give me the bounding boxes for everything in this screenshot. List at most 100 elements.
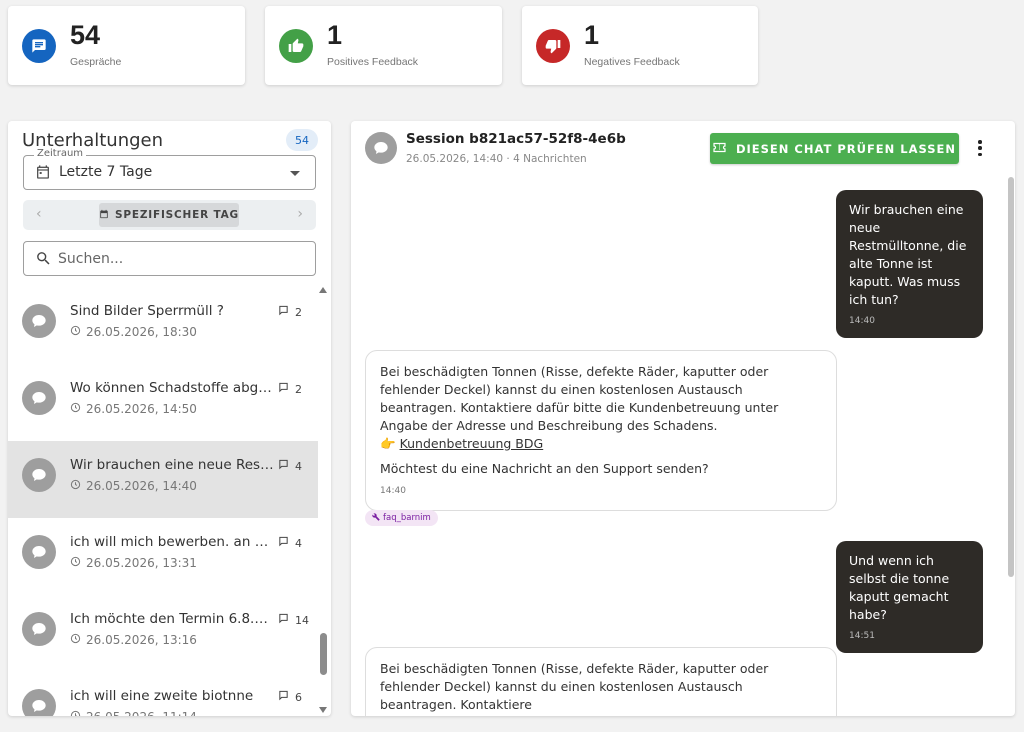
stat-card-positive-feedback: 1 Positives Feedback bbox=[265, 6, 502, 85]
intent-tag: faq_barnim bbox=[365, 510, 438, 526]
message-count: 4 bbox=[278, 536, 302, 550]
stat-label: Positives Feedback bbox=[327, 55, 419, 68]
chat-scrollbar-thumb[interactable] bbox=[1008, 177, 1014, 577]
stat-card-conversations: 54 Gespräche bbox=[8, 6, 245, 85]
ticket-icon bbox=[713, 142, 726, 156]
comment-icon bbox=[278, 613, 289, 627]
session-title: Session b821ac57-52f8-4e6b bbox=[406, 131, 626, 147]
wrench-icon bbox=[372, 512, 380, 524]
session-meta: 26.05.2026, 14:40 · 4 Nachrichten bbox=[406, 153, 587, 165]
conversation-time: 26.05.2026, 13:31 bbox=[70, 556, 197, 570]
user-message: Und wenn ich selbst die tonne kaputt gem… bbox=[836, 541, 983, 653]
message-count-text: 6 bbox=[295, 690, 302, 704]
conversation-time-text: 26.05.2026, 13:16 bbox=[86, 633, 197, 647]
message-count-text: 2 bbox=[295, 305, 302, 319]
intent-tag-label: faq_barnim bbox=[383, 513, 431, 523]
message-text: Bei beschädigten Tonnen (Risse, defekte … bbox=[380, 661, 769, 712]
pointing-hand-icon: 👉 bbox=[380, 436, 396, 451]
comment-icon bbox=[278, 459, 289, 473]
calendar-icon bbox=[99, 209, 109, 222]
conversation-avatar bbox=[22, 535, 56, 569]
message-count-text: 2 bbox=[295, 382, 302, 396]
conversation-time-text: 26.05.2026, 13:31 bbox=[86, 556, 197, 570]
message-text: Bei beschädigten Tonnen (Risse, defekte … bbox=[380, 364, 779, 433]
chevron-right-icon[interactable]: › bbox=[297, 206, 303, 222]
conversation-time-text: 26.05.2026, 18:30 bbox=[86, 325, 197, 339]
conversation-list-item[interactable]: Wo können Schadstoffe abgeg… 26.05.2026, … bbox=[8, 364, 318, 441]
clock-icon bbox=[70, 479, 81, 493]
conversation-count-badge: 54 bbox=[286, 129, 318, 151]
conversation-title: Wo können Schadstoffe abgeg… bbox=[70, 380, 275, 396]
specific-day-button[interactable]: SPEZIFISCHER TAG bbox=[99, 203, 239, 227]
scroll-up-arrow-icon[interactable] bbox=[319, 287, 327, 293]
date-range-label: Zeitraum bbox=[34, 148, 87, 159]
comment-icon bbox=[278, 305, 289, 319]
clock-icon bbox=[70, 325, 81, 339]
conversation-time: 26.05.2026, 14:40 bbox=[70, 479, 197, 493]
message-count: 2 bbox=[278, 305, 302, 319]
comment-icon bbox=[278, 690, 289, 704]
stat-value: 1 bbox=[584, 19, 600, 50]
bot-message: Bei beschädigten Tonnen (Risse, defekte … bbox=[365, 647, 837, 716]
clock-icon bbox=[70, 633, 81, 647]
clock-icon bbox=[70, 402, 81, 416]
conversation-title: ich will eine zweite biotnne bbox=[70, 688, 254, 704]
conversation-sidebar: Unterhaltungen 54 Zeitraum Letzte 7 Tage… bbox=[8, 121, 331, 716]
date-range-value: Letzte 7 Tage bbox=[59, 164, 153, 180]
date-range-select[interactable]: Zeitraum Letzte 7 Tage bbox=[23, 148, 316, 190]
session-avatar bbox=[365, 132, 397, 164]
specific-day-label: SPEZIFISCHER TAG bbox=[115, 209, 239, 221]
conversation-title: Sind Bilder Sperrmüll ? bbox=[70, 303, 224, 319]
review-chat-label: DIESEN CHAT PRÜFEN LASSEN bbox=[735, 141, 957, 156]
day-navigator: ‹ SPEZIFISCHER TAG › bbox=[23, 200, 316, 230]
search-box bbox=[23, 241, 316, 276]
stat-label: Gespräche bbox=[70, 55, 122, 68]
conversation-time-text: 26.05.2026, 11:14 bbox=[86, 710, 197, 716]
conversation-list-item[interactable]: Ich möchte den Termin 6.8.2… 26.05.2026, … bbox=[8, 595, 318, 672]
message-count: 14 bbox=[278, 613, 309, 627]
review-chat-button[interactable]: DIESEN CHAT PRÜFEN LASSEN bbox=[710, 133, 959, 164]
conversation-avatar bbox=[22, 612, 56, 646]
conversation-title: ich will mich bewerben. an wen… bbox=[70, 534, 275, 550]
comment-icon bbox=[278, 382, 289, 396]
chat-panel: Session b821ac57-52f8-4e6b 26.05.2026, 1… bbox=[351, 121, 1015, 716]
conversation-avatar bbox=[22, 689, 56, 716]
message-time: 14:51 bbox=[849, 631, 875, 641]
chat-bubble-icon bbox=[22, 28, 56, 63]
conversation-time: 26.05.2026, 11:14 bbox=[70, 710, 197, 716]
conversation-list-item[interactable]: ich will eine zweite biotnne 26.05.2026, … bbox=[8, 672, 318, 716]
message-count-text: 4 bbox=[295, 459, 302, 473]
conversation-avatar bbox=[22, 458, 56, 492]
stat-label: Negatives Feedback bbox=[584, 55, 680, 68]
chevron-down-icon bbox=[290, 171, 300, 176]
search-icon bbox=[35, 250, 52, 271]
comment-icon bbox=[278, 536, 289, 550]
stat-value: 1 bbox=[327, 19, 343, 50]
calendar-icon bbox=[35, 164, 51, 184]
message-time: 14:40 bbox=[380, 486, 406, 496]
user-message: Wir brauchen eine neue Restmülltonne, di… bbox=[836, 190, 983, 338]
conversation-list-item[interactable]: ich will mich bewerben. an wen… 26.05.202… bbox=[8, 518, 318, 595]
more-options-icon[interactable] bbox=[973, 137, 987, 159]
conversation-avatar bbox=[22, 304, 56, 338]
search-input[interactable] bbox=[58, 248, 298, 270]
list-scrollbar-thumb[interactable] bbox=[320, 633, 327, 675]
bot-message: Bei beschädigten Tonnen (Risse, defekte … bbox=[365, 350, 837, 511]
conversation-title: Ich möchte den Termin 6.8.2… bbox=[70, 611, 275, 627]
message-count: 6 bbox=[278, 690, 302, 704]
conversation-list-item[interactable]: Wir brauchen eine neue Restm… 26.05.2026,… bbox=[8, 441, 318, 518]
message-count-text: 4 bbox=[295, 536, 302, 550]
message-question: Möchtest du eine Nachricht an den Suppor… bbox=[380, 461, 709, 476]
thumb-down-icon bbox=[536, 28, 570, 63]
chevron-left-icon[interactable]: ‹ bbox=[36, 206, 42, 222]
conversation-avatar bbox=[22, 381, 56, 415]
message-count: 4 bbox=[278, 459, 302, 473]
message-time: 14:40 bbox=[849, 316, 875, 326]
support-link[interactable]: Kundenbetreuung BDG bbox=[400, 436, 544, 451]
message-count: 2 bbox=[278, 382, 302, 396]
conversation-list-item[interactable]: Sind Bilder Sperrmüll ? 26.05.2026, 18:30… bbox=[8, 287, 318, 364]
clock-icon bbox=[70, 710, 81, 716]
message-count-text: 14 bbox=[295, 613, 309, 627]
message-text: Und wenn ich selbst die tonne kaputt gem… bbox=[849, 553, 950, 622]
scroll-down-arrow-icon[interactable] bbox=[319, 707, 327, 713]
